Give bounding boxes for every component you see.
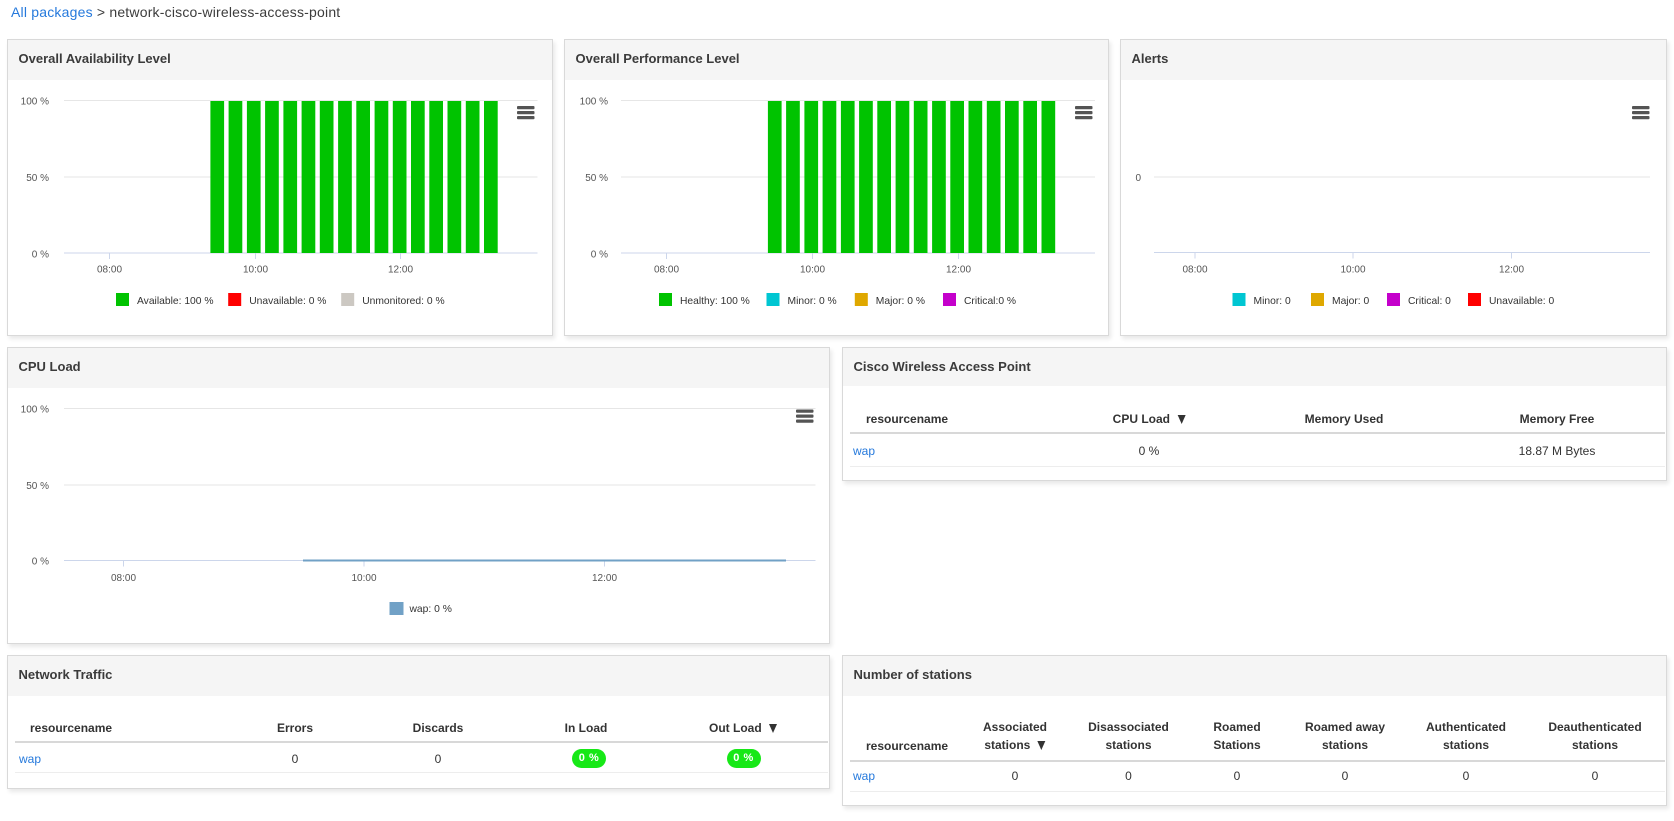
svg-text:Critical: 0: Critical: 0 [1408, 296, 1451, 307]
svg-text:10:00: 10:00 [243, 265, 268, 276]
svg-text:Major: 0: Major: 0 [1332, 296, 1369, 307]
svg-text:12:00: 12:00 [388, 265, 413, 276]
svg-text:08:00: 08:00 [1182, 265, 1207, 276]
svg-text:50 %: 50 % [585, 173, 608, 184]
svg-text:08:00: 08:00 [654, 265, 679, 276]
svg-text:Unavailable: 0 %: Unavailable: 0 % [249, 296, 326, 307]
svg-text:Minor: 0 %: Minor: 0 % [788, 296, 837, 307]
svg-text:50 %: 50 % [26, 481, 49, 492]
svg-text:12:00: 12:00 [1499, 265, 1524, 276]
svg-text:Critical:0 %: Critical:0 % [964, 296, 1016, 307]
svg-text:Available: 100 %: Available: 100 % [137, 296, 214, 307]
svg-text:0: 0 [1135, 173, 1141, 184]
svg-text:Minor: 0: Minor: 0 [1254, 296, 1291, 307]
svg-text:50 %: 50 % [26, 173, 49, 184]
svg-text:0 %: 0 % [32, 250, 49, 261]
svg-text:100 %: 100 % [21, 405, 49, 416]
svg-text:10:00: 10:00 [800, 265, 825, 276]
svg-text:Unavailable: 0: Unavailable: 0 [1489, 296, 1555, 307]
svg-text:Healthy: 100 %: Healthy: 100 % [680, 296, 750, 307]
svg-text:10:00: 10:00 [351, 573, 376, 584]
svg-text:100 %: 100 % [21, 97, 49, 108]
svg-text:Unmonitored: 0 %: Unmonitored: 0 % [362, 296, 444, 307]
svg-text:08:00: 08:00 [111, 573, 136, 584]
svg-text:12:00: 12:00 [592, 573, 617, 584]
svg-text:100 %: 100 % [580, 97, 608, 108]
svg-text:wap: 0 %: wap: 0 % [409, 604, 452, 615]
svg-text:0 %: 0 % [591, 250, 608, 261]
svg-text:12:00: 12:00 [946, 265, 971, 276]
svg-text:10:00: 10:00 [1340, 265, 1365, 276]
svg-text:0 %: 0 % [32, 557, 49, 568]
svg-text:08:00: 08:00 [97, 265, 122, 276]
svg-text:Major: 0 %: Major: 0 % [876, 296, 925, 307]
